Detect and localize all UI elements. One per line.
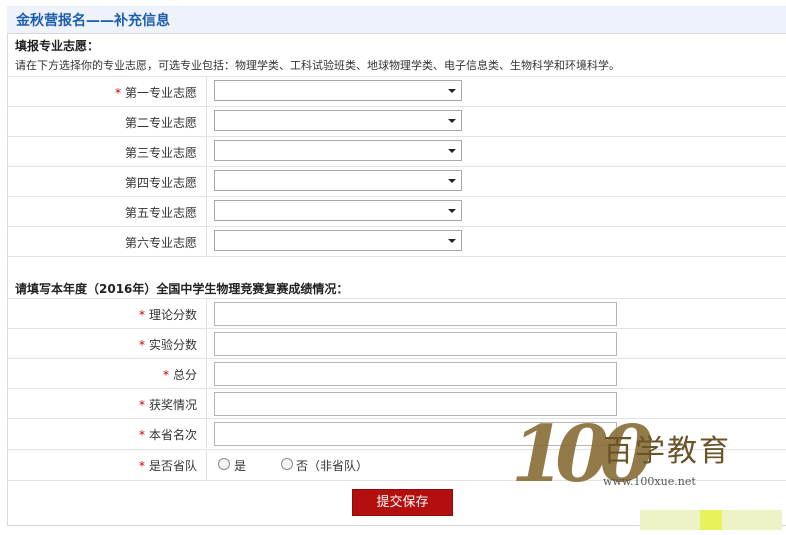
field-label: * 总分: [7, 366, 197, 383]
major-choice-select-5[interactable]: [214, 200, 462, 221]
major-choice-row: 第二专业志愿: [7, 106, 786, 136]
section-score-heading: 请填写本年度（2016年）全国中学生物理竞赛复赛成绩情况：: [15, 282, 349, 296]
major-choice-row: 第五专业志愿: [7, 196, 786, 226]
major-choice-select-3[interactable]: [214, 140, 462, 161]
divider: [206, 107, 207, 136]
divider: [206, 227, 207, 256]
chevron-down-icon: [448, 239, 456, 243]
field-label: * 是否省队: [7, 457, 197, 474]
blurred-area: [640, 510, 700, 530]
field-label-text: 第二专业志愿: [124, 116, 197, 130]
field-label: * 本省名次: [7, 426, 197, 443]
major-choice-select-4[interactable]: [214, 170, 462, 191]
divider: [206, 77, 207, 106]
chevron-down-icon: [448, 149, 456, 153]
score-row: * 总分: [7, 358, 786, 388]
required-mark: *: [138, 308, 145, 322]
field-label-text: 第四专业志愿: [124, 176, 197, 190]
field-label-text: 获奖情况: [148, 398, 197, 412]
field-label: 第四专业志愿: [7, 174, 197, 191]
divider: [206, 299, 207, 328]
score-input-1[interactable]: [214, 302, 617, 326]
section-major-heading: 填报专业志愿：: [15, 39, 100, 53]
watermark-logo-brand: 百学教育: [603, 434, 731, 469]
field-label-text: 第一专业志愿: [124, 86, 197, 100]
divider: [206, 167, 207, 196]
major-choice-row: * 第一专业志愿: [7, 76, 786, 106]
major-choice-select-1[interactable]: [214, 80, 462, 101]
field-label: 第二专业志愿: [7, 114, 197, 131]
province-team-label: 是否省队: [148, 459, 197, 473]
field-label-text: 第六专业志愿: [124, 236, 197, 250]
field-label: 第三专业志愿: [7, 144, 197, 161]
required-mark: *: [138, 459, 145, 473]
page-title: 金秋营报名——补充信息: [16, 13, 170, 29]
chevron-down-icon: [448, 179, 456, 183]
divider: [206, 359, 207, 388]
field-label-text: 理论分数: [148, 308, 197, 322]
chevron-down-icon: [448, 89, 456, 93]
divider: [206, 389, 207, 418]
score-row: * 获奖情况: [7, 388, 786, 418]
province-team-yes-radio[interactable]: [218, 458, 230, 470]
section-major-description: 请在下方选择你的专业志愿，可选专业包括：物理学类、工科试验班类、地球物理学类、电…: [15, 59, 620, 72]
required-mark: *: [114, 86, 121, 100]
divider: [206, 450, 207, 480]
major-choice-select-6[interactable]: [214, 230, 462, 251]
field-label: * 实验分数: [7, 336, 197, 353]
submit-save-button[interactable]: 提交保存: [352, 489, 453, 516]
major-choice-row: 第四专业志愿: [7, 166, 786, 196]
major-choice-select-2[interactable]: [214, 110, 462, 131]
field-label: * 理论分数: [7, 306, 197, 323]
divider: [206, 197, 207, 226]
score-row: * 实验分数: [7, 328, 786, 358]
required-mark: *: [138, 338, 145, 352]
divider: [206, 419, 207, 448]
blurred-area: [722, 510, 782, 530]
field-label-text: 本省名次: [148, 428, 197, 442]
field-label-text: 实验分数: [148, 338, 197, 352]
field-label-text: 总分: [172, 368, 197, 382]
chevron-down-icon: [448, 119, 456, 123]
field-label: * 第一专业志愿: [7, 84, 197, 101]
required-mark: *: [138, 428, 145, 442]
score-input-2[interactable]: [214, 332, 617, 356]
major-choice-row: 第六专业志愿: [7, 226, 786, 256]
field-label: * 获奖情况: [7, 396, 197, 413]
divider: [206, 329, 207, 358]
province-team-no-label: 否（非省队）: [296, 459, 369, 473]
score-row: * 理论分数: [7, 298, 786, 328]
major-choice-row: 第三专业志愿: [7, 136, 786, 166]
divider: [206, 137, 207, 166]
title-bar: 金秋营报名——补充信息: [7, 6, 786, 34]
divider: [7, 256, 786, 257]
score-input-3[interactable]: [214, 362, 617, 386]
province-team-yes-label: 是: [234, 459, 247, 473]
required-mark: *: [162, 368, 169, 382]
field-label: 第五专业志愿: [7, 204, 197, 221]
required-mark: *: [138, 398, 145, 412]
chevron-down-icon: [448, 209, 456, 213]
province-team-no-radio[interactable]: [281, 458, 293, 470]
field-label-text: 第五专业志愿: [124, 206, 197, 220]
watermark-url: www.100xue.net: [603, 475, 696, 488]
field-label: 第六专业志愿: [7, 234, 197, 251]
field-label-text: 第三专业志愿: [124, 146, 197, 160]
blurred-area: [700, 510, 722, 530]
